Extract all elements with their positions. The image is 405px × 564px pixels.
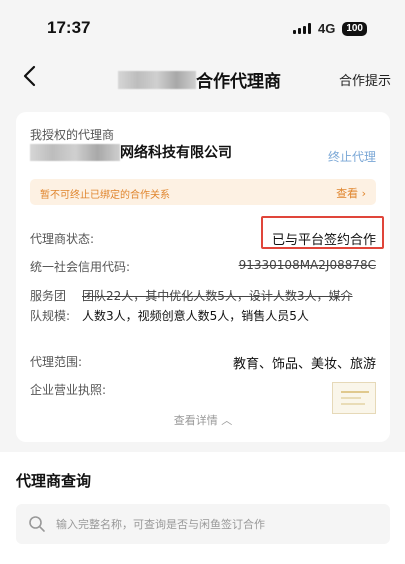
status-highlight-box — [261, 216, 384, 249]
back-button[interactable] — [18, 63, 44, 89]
status-bar: 17:37 4G 100 — [0, 0, 405, 55]
team-size-line-1: 团队22人，其中优化人数5人，设计人数3人，媒介 — [82, 289, 353, 303]
agent-query-section: 代理商查询 — [0, 452, 405, 564]
business-license-label: 企业营业执照: — [30, 383, 107, 397]
company-name-row: 网络科技有限公司 — [30, 142, 232, 162]
agent-query-title: 代理商查询 — [16, 472, 92, 490]
search-icon — [29, 516, 45, 532]
page-title-text: 合作代理商 — [196, 72, 281, 92]
signal-icon — [292, 23, 311, 34]
team-size-value: 团队22人，其中优化人数5人，设计人数3人，媒介 人数3人，视频创意人数5人，销… — [82, 286, 378, 326]
notice-text: 暂不可终止已绑定的合作关系 — [40, 190, 170, 201]
page-title: 合作代理商 — [118, 67, 281, 92]
notice-view-link[interactable]: 查看 › — [336, 185, 366, 201]
company-name: 网络科技有限公司 — [120, 145, 232, 161]
battery-icon: 100 — [342, 21, 367, 36]
credit-code-value: 91330108MA2J08878C — [238, 258, 376, 272]
redacted-name — [118, 70, 196, 89]
credit-code-label: 统一社会信用代码: — [30, 260, 131, 274]
cooperation-tips-link[interactable]: 合作提示 — [339, 70, 391, 89]
agency-scope-label: 代理范围: — [30, 355, 83, 369]
view-details-button[interactable]: 查看详情 ︿ — [16, 412, 390, 428]
search-bar[interactable] — [16, 504, 390, 544]
status-time: 17:37 — [47, 18, 91, 37]
chevron-left-icon — [23, 65, 36, 87]
redacted-company-prefix — [30, 143, 120, 161]
business-license-thumbnail[interactable] — [332, 382, 376, 414]
team-size-line-2: 人数3人，视频创意人数5人，销售人员5人 — [82, 309, 309, 323]
terminate-agency-button[interactable]: 终止代理 — [328, 148, 376, 165]
notice-banner: 暂不可终止已绑定的合作关系 查看 › — [30, 179, 376, 205]
authorized-agent-label: 我授权的代理商 — [30, 128, 115, 142]
search-input[interactable] — [56, 504, 376, 544]
team-size-label: 服务团队规模: — [30, 289, 71, 323]
network-type: 4G — [317, 21, 336, 36]
agent-card: 我授权的代理商 网络科技有限公司 终止代理 暂不可终止已绑定的合作关系 查看 ›… — [16, 112, 390, 442]
status-indicators: 4G 100 — [292, 21, 367, 36]
nav-bar: 合作代理商 合作提示 — [0, 55, 405, 101]
agency-scope-value: 教育、饰品、美妆、旅游 — [232, 357, 376, 372]
status-label: 代理商状态: — [30, 232, 95, 246]
